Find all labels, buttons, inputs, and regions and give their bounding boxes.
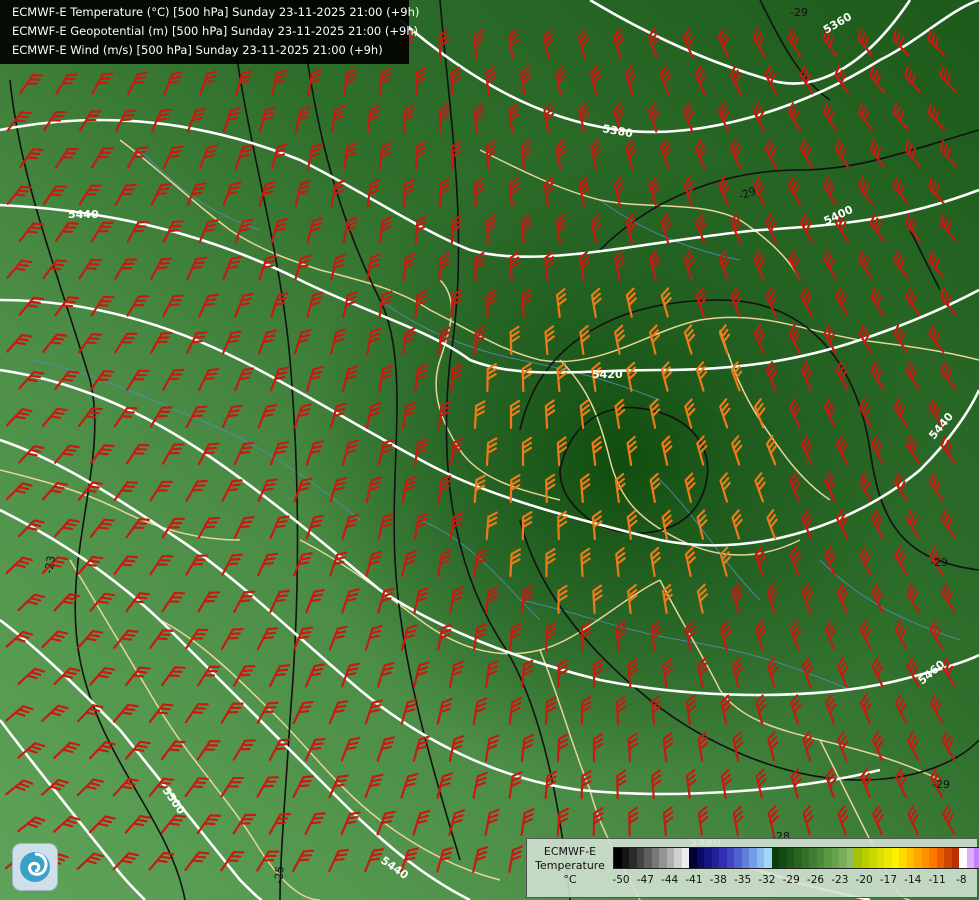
legend-swatch: [809, 848, 817, 868]
legend-tick-label: -44: [661, 874, 679, 886]
legend-swatch: [884, 848, 892, 868]
legend-swatch: [959, 848, 967, 868]
legend-unit: °C: [563, 873, 577, 886]
legend-tick-label: -23: [831, 874, 849, 886]
legend-tick-labels: -50 -47 -44 -41 -38 -35 -32 -29 -26 -23 -20 -17 -14-…: [612, 874, 973, 888]
legend-swatch: [636, 848, 644, 868]
legend-tick-label: -20: [855, 874, 873, 886]
legend-swatch: [936, 848, 944, 868]
legend-swatch: [861, 848, 869, 868]
legend-swatch: [974, 848, 979, 868]
legend-swatch: [899, 848, 907, 868]
legend-swatch: [869, 848, 877, 868]
legend-swatch: [734, 848, 742, 868]
legend-swatch: [726, 848, 734, 868]
legend-tick-label: -11: [928, 874, 946, 886]
legend-swatch: [951, 848, 959, 868]
legend-swatch: [786, 848, 794, 868]
legend-swatch: [719, 848, 727, 868]
legend-swatch: [621, 848, 629, 868]
legend-swatch: [689, 848, 697, 868]
legend-swatch: [966, 848, 974, 868]
geopotential-title: ECMWF-E Geopotential (m) [500 hPa] Sunda…: [12, 24, 419, 38]
legend-title-variable: Temperature: [535, 859, 605, 872]
swirl-icon: [20, 852, 50, 882]
legend-swatch: [764, 848, 772, 868]
legend-swatch: [816, 848, 824, 868]
legend-tick-label: -26: [806, 874, 825, 886]
legend-swatch: [629, 848, 637, 868]
wind-title: ECMWF-E Wind (m/s) [500 hPa] Sunday 23-1…: [12, 43, 383, 57]
legend-tick-label: -14: [904, 874, 922, 886]
weather-map[interactable]: 5360 5380 5400 5420 5440 5440 5460 5480 …: [0, 0, 979, 900]
geopotential-label: 5440: [68, 208, 99, 221]
legend-swatch: [741, 848, 749, 868]
legend-swatch: [891, 848, 899, 868]
legend-swatch: [651, 848, 659, 868]
legend-swatch: [681, 848, 689, 868]
legend-swatch: [704, 848, 712, 868]
legend-swatch: [921, 848, 929, 868]
legend-tick-label: -41: [685, 874, 703, 886]
map-canvas: 5360 5380 5400 5420 5440 5440 5460 5480 …: [0, 0, 979, 900]
map-title-block: ECMWF-E Temperature (°C) [500 hPa] Sunda…: [0, 0, 420, 64]
temperature-label: -29: [790, 6, 808, 19]
legend-swatch: [831, 848, 839, 868]
legend-swatch: [854, 848, 862, 868]
legend-swatch: [929, 848, 937, 868]
legend-swatch: [644, 848, 652, 868]
legend-swatch: [779, 848, 787, 868]
legend-tick-label: -29: [782, 874, 800, 886]
legend-swatch: [666, 848, 674, 868]
legend-title: ECMWF-E Temperature °C: [531, 845, 609, 887]
legend-swatch: [824, 848, 832, 868]
temperature-label: -25: [272, 865, 287, 884]
legend-swatch: [659, 848, 667, 868]
legend-tick-label: -38: [709, 874, 727, 886]
provider-logo: [12, 843, 58, 891]
legend-swatch: [749, 848, 757, 868]
legend-tick-label: -35: [733, 874, 752, 886]
legend-swatch: [794, 848, 802, 868]
temperature-label: -29: [932, 778, 950, 791]
legend-swatch: [846, 848, 854, 868]
legend-swatch: [906, 848, 914, 868]
legend-tick-label: -50: [612, 874, 630, 886]
legend-swatch: [876, 848, 884, 868]
legend-swatch: [614, 848, 622, 868]
legend-swatch: [801, 848, 809, 868]
legend-tick-label: -47: [636, 874, 654, 886]
temperature-title: ECMWF-E Temperature (°C) [500 hPa] Sunda…: [12, 5, 420, 19]
legend-tick-label: -32: [758, 874, 776, 886]
legend-swatch: [839, 848, 847, 868]
legend-tick-label: -8: [956, 874, 967, 886]
legend-title-model: ECMWF-E: [543, 845, 597, 858]
legend-tick-label: -17: [879, 874, 898, 886]
geopotential-label: 5420: [592, 368, 623, 381]
legend-swatch: [711, 848, 719, 868]
legend-swatch: [914, 848, 922, 868]
legend-swatch: [674, 848, 682, 868]
legend-swatch: [696, 848, 704, 868]
legend-swatch: [771, 848, 779, 868]
legend-swatch: [756, 848, 764, 868]
temperature-legend: ECMWF-E Temperature °C -50 -47 -44 -41 -38 -3…: [526, 838, 979, 898]
temperature-label: -29: [930, 556, 948, 569]
legend-color-scale: [613, 847, 979, 869]
legend-swatch: [944, 848, 952, 868]
